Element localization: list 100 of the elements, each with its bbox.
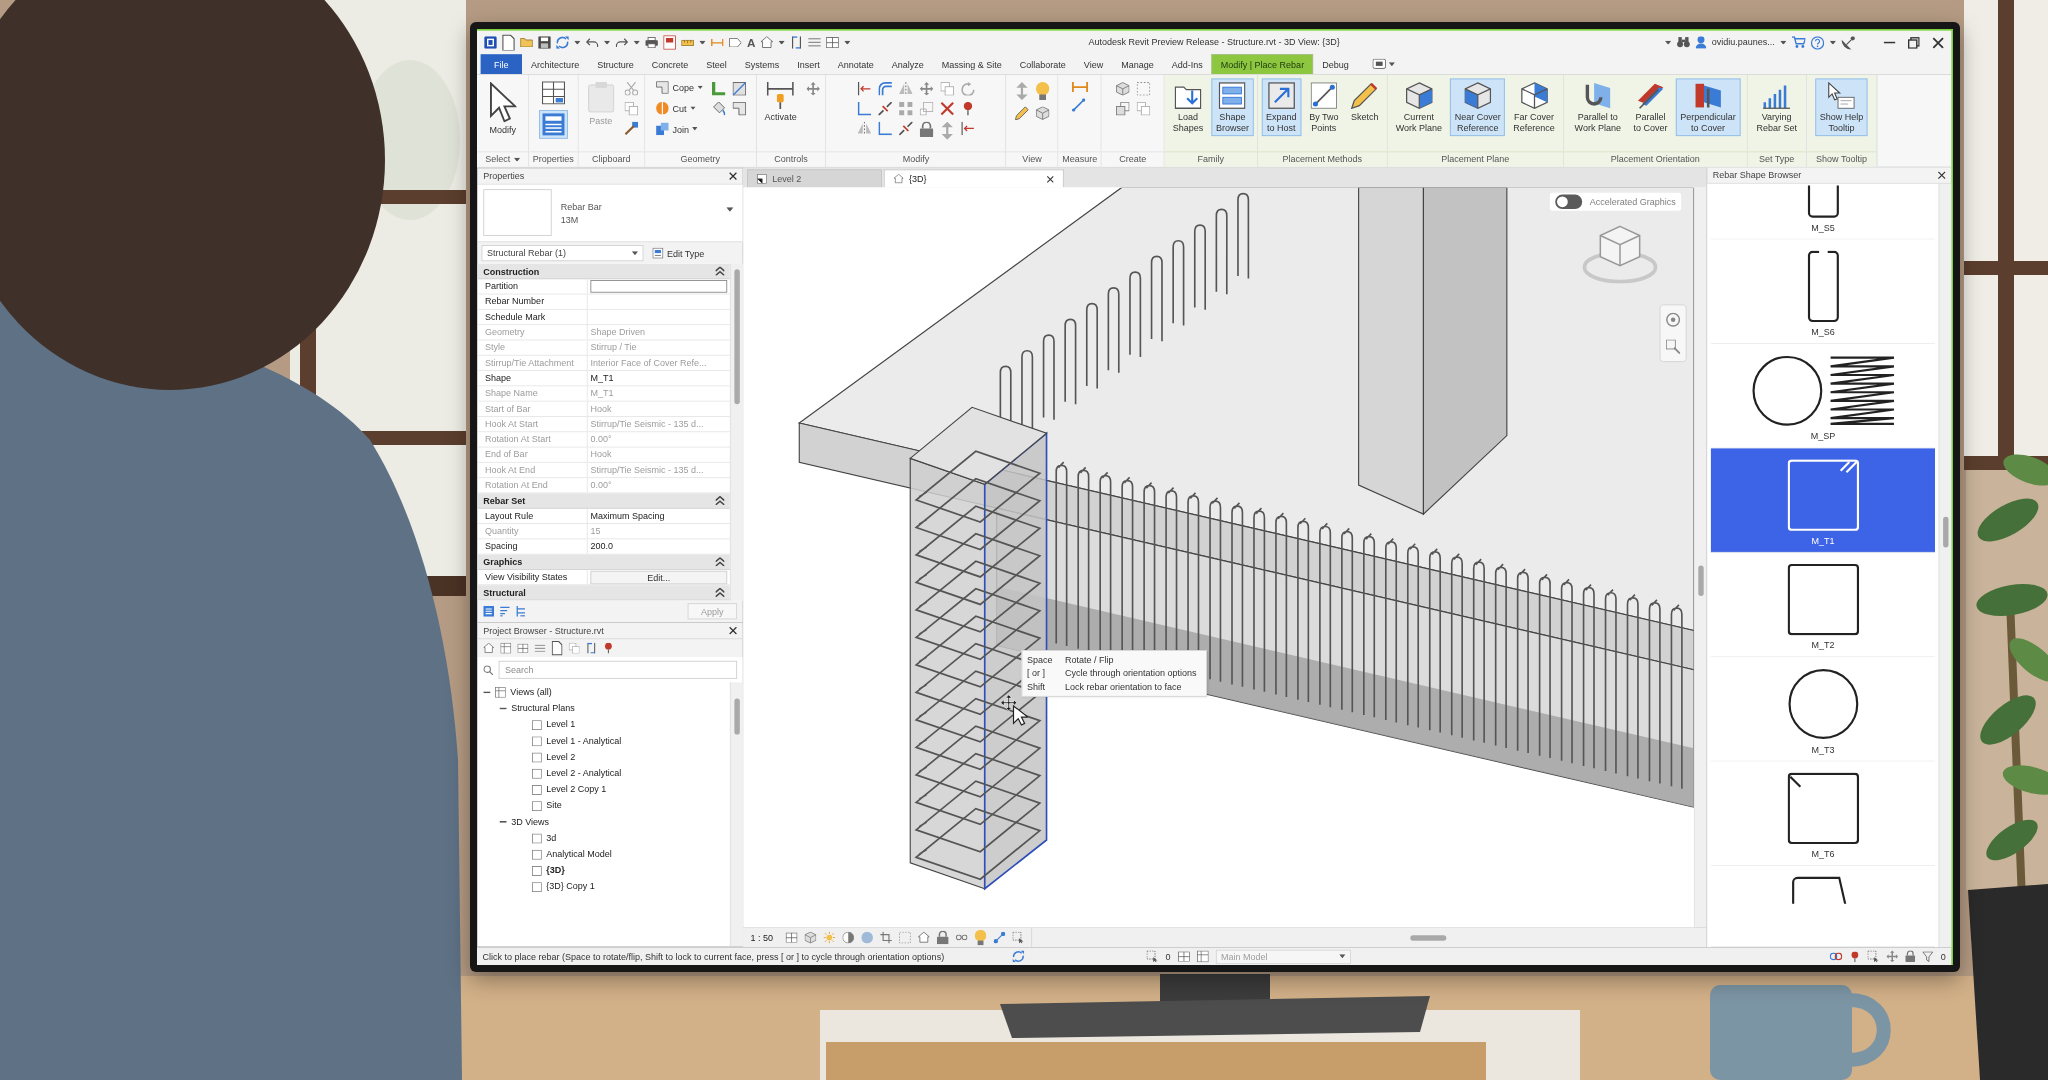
paint-bucket-icon[interactable] (711, 101, 726, 116)
section-icon[interactable] (585, 642, 597, 654)
thin-lines-icon[interactable] (808, 38, 822, 47)
pencil-icon[interactable] (1014, 106, 1029, 120)
search-field[interactable]: Search (498, 660, 738, 679)
rebar-shape-tile[interactable]: M_T3 (1710, 657, 1935, 762)
box-icon[interactable] (1035, 106, 1050, 120)
binoculars-icon[interactable] (1676, 37, 1691, 48)
split-icon[interactable] (878, 101, 892, 116)
align-icon[interactable] (960, 121, 975, 136)
scrollbar[interactable] (1938, 183, 1952, 947)
property-group-header[interactable]: Structural (477, 585, 730, 601)
selection-box-icon[interactable] (1867, 950, 1880, 963)
section-icon[interactable] (790, 36, 804, 49)
window-tiles-icon[interactable] (826, 36, 840, 49)
up-down-arrows-icon[interactable] (940, 121, 954, 140)
close-icon[interactable] (729, 626, 738, 635)
type-selector[interactable]: Rebar Bar 13M (477, 184, 743, 243)
ribbon-button[interactable]: Load Shapes (1168, 78, 1208, 137)
restore-icon[interactable] (1908, 36, 1920, 49)
tree-item[interactable]: Level 2 Copy 1 (477, 781, 730, 798)
ribbon-tab[interactable]: Annotate (828, 54, 883, 74)
scrollbar[interactable] (729, 682, 743, 947)
ribbon-tab[interactable]: Add-Ins (1162, 54, 1212, 74)
close-icon[interactable] (729, 172, 738, 181)
selection-box-icon[interactable] (1146, 950, 1159, 963)
house-icon[interactable] (760, 36, 774, 49)
model-viewport[interactable]: Accelerated Graphics Space Rotate / Flip [ or ] Cycle through orientation options Shift Lock rebar orientation to face (743, 187, 1694, 928)
caret-icon[interactable] (1829, 40, 1836, 45)
selection-box-icon[interactable] (1012, 931, 1025, 944)
box-icon[interactable] (1115, 82, 1130, 96)
panel-toggle-icon[interactable] (1372, 59, 1386, 70)
crop-icon[interactable] (880, 931, 892, 944)
ribbon-tab[interactable]: Collaborate (1010, 54, 1075, 74)
ribbon-tab[interactable]: Insert (788, 54, 829, 74)
collapse-icon[interactable] (499, 707, 507, 710)
lock-icon[interactable] (919, 121, 933, 138)
text-tool-button[interactable]: A (747, 36, 756, 49)
tree-item[interactable]: Level 1 (477, 716, 730, 733)
cart-icon[interactable] (1791, 36, 1806, 49)
trim-icon[interactable] (878, 121, 892, 136)
trim-icon[interactable] (857, 101, 871, 116)
instance-filter-dropdown[interactable]: Structural Rebar (1) (481, 245, 644, 262)
close-icon[interactable] (1937, 171, 1946, 180)
view-cube-icon[interactable] (1582, 223, 1658, 284)
ribbon-tab[interactable]: Structure (588, 54, 643, 74)
scrollbar-thumb[interactable] (1942, 516, 1949, 548)
rebar-shape-tile[interactable]: M_T6 (1710, 761, 1935, 866)
sorted-list-icon[interactable] (499, 605, 511, 617)
tree-item[interactable]: {3D} (477, 862, 730, 879)
caret-icon[interactable] (574, 40, 581, 45)
pin-icon[interactable] (1849, 951, 1861, 962)
lock-icon[interactable] (1905, 950, 1916, 963)
toggle-switch[interactable] (1555, 194, 1583, 209)
beam-notch-icon[interactable] (732, 101, 747, 116)
ribbon-tab[interactable]: Concrete (642, 54, 698, 74)
move-arrows-icon[interactable] (1886, 950, 1899, 963)
scrollbar-thumb[interactable] (733, 269, 740, 405)
folder-icon[interactable] (520, 37, 533, 48)
sheet-icon[interactable] (663, 35, 676, 50)
document-tab[interactable]: Level 2 (747, 169, 882, 188)
delete-icon[interactable] (940, 101, 954, 116)
document-icon[interactable] (551, 641, 563, 656)
tree-item[interactable]: {3D} Copy 1 (477, 878, 730, 895)
lightbulb-icon[interactable] (974, 929, 987, 946)
array-icon[interactable] (898, 101, 913, 116)
close-icon[interactable] (1046, 175, 1054, 183)
scrollbar[interactable] (1693, 187, 1707, 928)
pin-icon[interactable] (603, 642, 614, 654)
category-list-icon[interactable] (483, 605, 495, 617)
minimize-icon[interactable] (1883, 41, 1896, 44)
property-group-header[interactable]: Construction (477, 263, 730, 280)
edit-type-button[interactable]: Edit Type (648, 245, 708, 261)
ribbon-button[interactable]: Show Help Tooltip (1815, 78, 1868, 137)
steering-wheel-icon[interactable] (1665, 312, 1681, 327)
ribbon-button[interactable]: Parallel to Work Plane (1570, 78, 1626, 137)
scrollbar-thumb[interactable] (733, 698, 740, 735)
zoom-icon[interactable] (1665, 339, 1681, 354)
rebar-shape-tile[interactable]: M_T1 (1710, 448, 1935, 553)
ribbon-button[interactable]: By Two Points (1304, 78, 1343, 137)
dashed-square-icon[interactable] (1136, 82, 1150, 96)
ribbon-tab[interactable]: Analyze (882, 54, 933, 74)
tree-item[interactable]: Level 2 (477, 749, 730, 766)
wall-corner-icon[interactable] (711, 82, 726, 96)
tree-item[interactable]: 3d (477, 830, 730, 847)
scrollbar[interactable] (729, 263, 743, 601)
ruler-icon[interactable] (681, 39, 694, 46)
satellite-dish-icon[interactable] (1841, 35, 1855, 50)
caret-icon[interactable] (778, 40, 786, 45)
save-icon[interactable] (538, 36, 551, 49)
redo-icon[interactable] (615, 37, 629, 48)
tree-item[interactable]: 3D Views (477, 813, 730, 830)
caret-icon[interactable] (699, 40, 706, 45)
house-icon[interactable] (483, 643, 495, 654)
close-icon[interactable] (1932, 36, 1944, 49)
mirror-icon[interactable] (857, 121, 871, 136)
property-group-header[interactable]: Rebar Set (477, 493, 730, 509)
menu-button[interactable]: Cope (652, 78, 707, 97)
input-field[interactable] (590, 280, 728, 293)
undo-icon[interactable] (585, 37, 599, 48)
